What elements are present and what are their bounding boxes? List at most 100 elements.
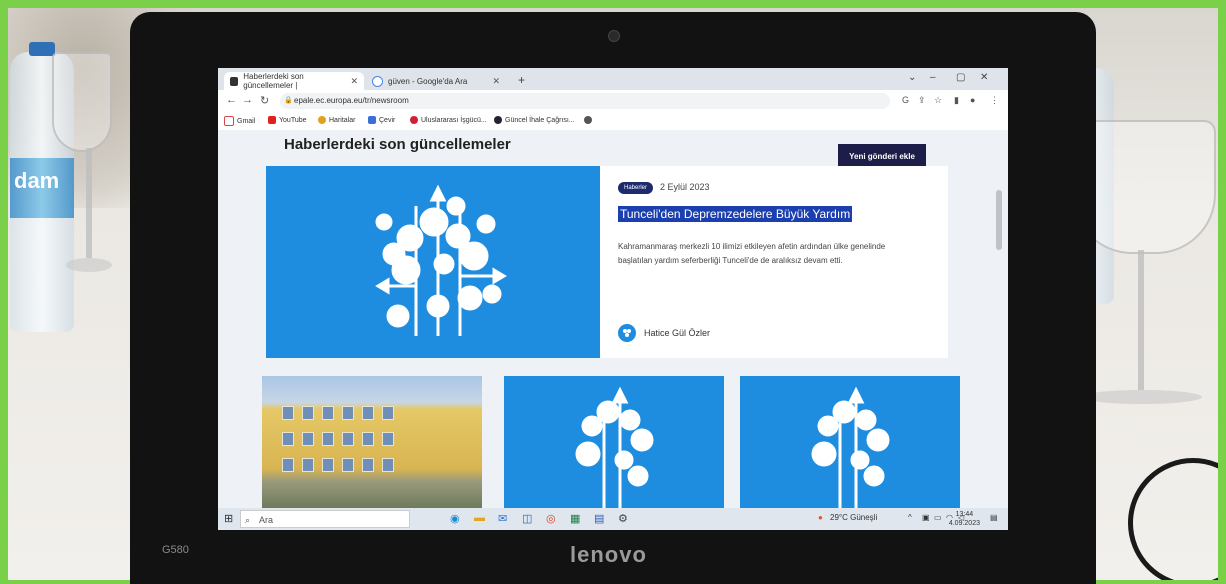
- chevron-down-icon[interactable]: ⌄: [908, 72, 916, 83]
- search-placeholder: Ara: [259, 515, 274, 525]
- tree-network-icon: [575, 386, 654, 508]
- new-post-button[interactable]: Yeni gönderi ekle: [838, 144, 926, 168]
- star-icon[interactable]: ☆: [934, 95, 942, 106]
- page-title: Haberlerdeki son güncellemeler: [284, 136, 511, 153]
- bookmark-ilo[interactable]: Uluslararası İşgücü...: [410, 116, 487, 124]
- bookmark-label: Çevir: [379, 116, 396, 124]
- mail-icon[interactable]: ✉: [498, 512, 507, 525]
- bookmark-tender[interactable]: Güncel İhale Çağrısı...: [494, 116, 575, 124]
- glass-base-right: [1082, 390, 1202, 404]
- avatar: [618, 324, 636, 342]
- reload-icon[interactable]: ↻: [260, 94, 269, 107]
- building-window: [362, 458, 374, 472]
- article-author[interactable]: Hatice Gül Özler: [618, 324, 710, 342]
- article-card-tree[interactable]: [740, 376, 960, 508]
- window-close-icon[interactable]: ✕: [980, 72, 988, 83]
- tab-google-search[interactable]: güven - Google'da Ara ✕: [366, 72, 506, 90]
- building-window: [302, 406, 314, 420]
- building-window: [322, 458, 334, 472]
- featured-image: [266, 166, 600, 358]
- ilo-icon: [410, 116, 418, 124]
- chrome-icon[interactable]: ◎: [546, 512, 556, 525]
- chevron-up-icon[interactable]: ^: [908, 513, 912, 522]
- translate-icon: [368, 116, 376, 124]
- bookmark-youtube[interactable]: YouTube: [268, 116, 307, 124]
- taskbar-clock[interactable]: 13:44 4.09.2023: [949, 510, 980, 528]
- article-card-photo[interactable]: [262, 376, 482, 508]
- url-text: epale.ec.europa.eu/tr/newsroom: [294, 96, 409, 105]
- building-window: [362, 432, 374, 446]
- weather-text[interactable]: 29°C Güneşli: [830, 513, 877, 522]
- cable: [1128, 458, 1218, 580]
- article-card-tree[interactable]: [504, 376, 724, 508]
- weather-icon: ●: [818, 513, 823, 522]
- minimize-icon[interactable]: –: [930, 72, 936, 83]
- new-tab-icon[interactable]: +: [518, 73, 525, 87]
- bookmark-label: Güncel İhale Çağrısı...: [505, 116, 575, 124]
- featured-article[interactable]: Haberler 2 Eylül 2023 Tunceli'den Deprem…: [266, 166, 948, 358]
- article-headline[interactable]: Tunceli'den Depremzedelere Büyük Yardım: [618, 206, 853, 222]
- search-icon: ⌕: [245, 515, 251, 525]
- building-window: [322, 432, 334, 446]
- bottle-label: dam: [10, 158, 74, 219]
- url-input[interactable]: 🔒 epale.ec.europa.eu/tr/newsroom: [280, 93, 890, 109]
- outlook-icon[interactable]: ◫: [522, 512, 532, 525]
- notification-icon[interactable]: ▤: [990, 513, 998, 522]
- wine-glass-left: [52, 52, 112, 152]
- building-window: [342, 458, 354, 472]
- maps-pin-icon: [318, 116, 326, 124]
- bookmark-label: Gmail: [237, 117, 256, 125]
- bookmark-maps[interactable]: Haritalar: [318, 116, 355, 124]
- newsroom-page: Haberlerdeki son güncellemeler Yeni gönd…: [218, 130, 1008, 508]
- glass-stem-right: [1138, 250, 1144, 390]
- sidepanel-icon[interactable]: ▮: [954, 95, 959, 106]
- tree-avatar-icon: [623, 329, 631, 337]
- category-badge[interactable]: Haberler: [618, 182, 654, 194]
- bookmark-translate[interactable]: Çevir: [368, 116, 395, 124]
- forward-icon[interactable]: →: [242, 94, 253, 106]
- battery-icon[interactable]: ▭: [934, 513, 942, 522]
- menu-icon[interactable]: ⋮: [990, 95, 999, 106]
- laptop-screen: Haberlerdeki son güncellemeler | ✕ güven…: [218, 68, 1008, 530]
- file-explorer-icon[interactable]: ▬: [474, 512, 485, 524]
- bookmark-extra[interactable]: [584, 116, 595, 124]
- settings-gear-icon[interactable]: ⚙: [618, 512, 628, 525]
- edge-icon[interactable]: ◉: [450, 512, 460, 525]
- close-icon[interactable]: ✕: [492, 76, 500, 87]
- windows-start-icon[interactable]: ⊞: [224, 512, 233, 525]
- building-window: [342, 432, 354, 446]
- tab-newsroom[interactable]: Haberlerdeki son güncellemeler | ✕: [224, 72, 364, 90]
- google-favicon-icon: [372, 75, 383, 87]
- word-icon[interactable]: ▤: [594, 512, 604, 525]
- network-icon[interactable]: ▣: [922, 513, 930, 522]
- close-icon[interactable]: ✕: [350, 76, 358, 87]
- tender-icon: [494, 116, 502, 124]
- webcam: [608, 30, 620, 42]
- share-icon[interactable]: ⇪: [918, 95, 926, 106]
- taskbar-search-input[interactable]: ⌕ Ara: [240, 510, 410, 528]
- bookmark-gmail[interactable]: Gmail: [224, 116, 255, 126]
- maximize-icon[interactable]: ▢: [956, 72, 965, 83]
- bookmark-label: Haritalar: [329, 116, 356, 124]
- excel-icon[interactable]: ▦: [570, 512, 580, 525]
- gmail-icon: [224, 116, 234, 126]
- clock-date: 4.09.2023: [948, 520, 980, 527]
- tree-network-icon: [375, 184, 507, 336]
- tree-network-icon: [811, 386, 890, 508]
- laptop-model: G580: [162, 544, 189, 556]
- clock-time: 13:44: [955, 511, 974, 518]
- building-window: [382, 458, 394, 472]
- tab-label: Haberlerdeki son güncellemeler |: [243, 72, 304, 90]
- browser-tabbar: Haberlerdeki son güncellemeler | ✕ güven…: [218, 68, 1008, 90]
- page-scrollbar[interactable]: [996, 190, 1002, 250]
- building-window: [382, 432, 394, 446]
- building-window: [362, 406, 374, 420]
- back-icon[interactable]: ←: [226, 94, 237, 106]
- building-window: [322, 406, 334, 420]
- building-window: [282, 458, 294, 472]
- google-icon[interactable]: G: [902, 95, 909, 105]
- bookmarks-bar: Gmail YouTube Haritalar Çevir Uluslarara…: [218, 112, 1008, 131]
- building-window: [282, 406, 294, 420]
- laptop-brand: lenovo: [570, 542, 647, 567]
- profile-icon[interactable]: ●: [970, 95, 975, 105]
